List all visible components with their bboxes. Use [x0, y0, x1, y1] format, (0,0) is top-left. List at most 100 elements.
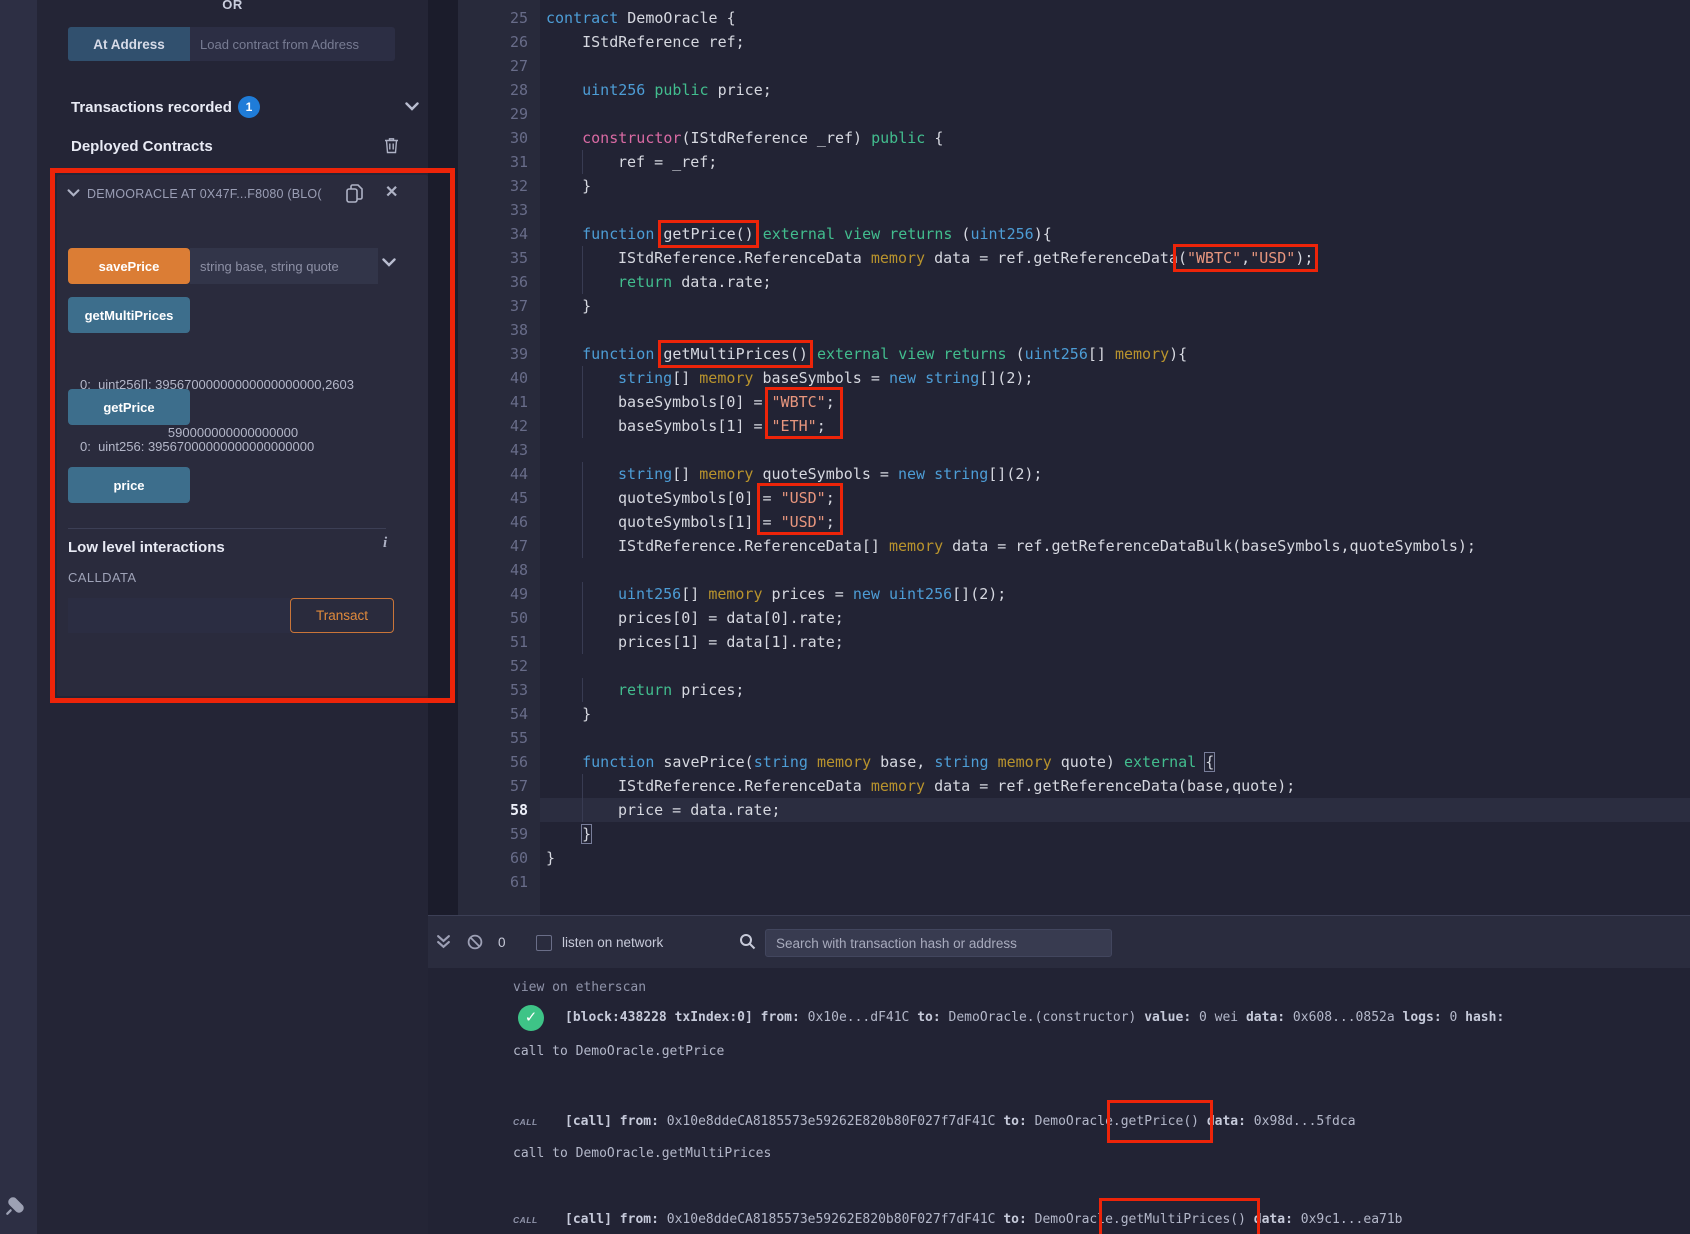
code-line[interactable]: prices[0] = data[0].rate; — [540, 606, 1690, 630]
code-token — [1196, 753, 1205, 771]
code-token: [] — [1088, 345, 1115, 363]
at-address-input[interactable] — [190, 27, 395, 61]
saveprice-args-input[interactable] — [190, 248, 378, 284]
code-line[interactable] — [540, 318, 1690, 342]
code-line[interactable]: return prices; — [540, 678, 1690, 702]
code-line[interactable]: string[] memory quoteSymbols = new strin… — [540, 462, 1690, 486]
code-line[interactable]: baseSymbols[1] = "ETH"; — [540, 414, 1690, 438]
listen-on-network-checkbox[interactable] — [536, 935, 552, 951]
clear-console-icon[interactable] — [467, 934, 483, 950]
chevron-down-icon[interactable] — [67, 189, 80, 197]
code-token: getMultiPrices() — [663, 345, 808, 363]
code-editor[interactable]: contract DemoOracle { IStdReference ref;… — [540, 6, 1690, 894]
code-line[interactable] — [540, 198, 1690, 222]
code-line[interactable]: function getMultiPrices() external view … — [540, 342, 1690, 366]
code-token: } — [546, 705, 591, 723]
code-token — [808, 753, 817, 771]
terminal-search-input[interactable] — [765, 929, 1112, 957]
getprice-function-button[interactable]: getPrice — [68, 389, 190, 425]
plugin-manager-icon[interactable] — [3, 1192, 29, 1218]
getmultiprices-function-button[interactable]: getMultiPrices — [68, 297, 190, 333]
terminal-call-line[interactable]: CALL[call] from: 0x10e8ddeCA8185573e5926… — [565, 1212, 1403, 1227]
line-number: 32 — [458, 174, 540, 198]
close-icon[interactable]: ✕ — [385, 182, 398, 202]
terminal-tx-line[interactable]: ✓[block:438228 txIndex:0] from: 0x10e...… — [565, 1010, 1504, 1025]
code-token: "ETH" — [772, 417, 817, 435]
code-token: string — [618, 369, 672, 387]
code-line[interactable]: function savePrice(string memory base, s… — [540, 750, 1690, 774]
getprice-output: 0: uint256: 39567000000000000000000 — [80, 439, 410, 454]
code-line[interactable]: } — [540, 822, 1690, 846]
log-segment: data: — [1199, 1114, 1246, 1129]
chevron-down-icon[interactable] — [405, 102, 419, 111]
price-variable-button[interactable]: price — [68, 467, 190, 503]
code-token: return — [618, 681, 672, 699]
code-line[interactable]: } — [540, 846, 1690, 870]
trash-icon[interactable] — [384, 137, 399, 154]
code-line[interactable]: } — [540, 294, 1690, 318]
code-token: data = ref.getReferenceData(base,quote); — [925, 777, 1295, 795]
code-line[interactable]: prices[1] = data[1].rate; — [540, 630, 1690, 654]
code-line[interactable]: } — [540, 702, 1690, 726]
log-segment: to: — [1003, 1114, 1026, 1129]
log-segment: to: — [1003, 1212, 1026, 1227]
info-icon[interactable]: i — [383, 535, 387, 552]
code-line[interactable] — [540, 102, 1690, 126]
code-line[interactable]: IStdReference.ReferenceData[] memory dat… — [540, 534, 1690, 558]
code-line[interactable] — [540, 54, 1690, 78]
line-number: 47 — [458, 534, 540, 558]
code-token: string — [925, 369, 979, 387]
saveprice-function-button[interactable]: savePrice — [68, 248, 190, 284]
copy-icon[interactable] — [345, 183, 364, 204]
log-segment: 0x98d...5fdca — [1246, 1114, 1356, 1129]
code-line[interactable]: function getPrice() external view return… — [540, 222, 1690, 246]
code-line[interactable]: constructor(IStdReference _ref) public { — [540, 126, 1690, 150]
code-token: string — [754, 753, 808, 771]
low-level-interactions-label: Low level interactions — [68, 539, 225, 556]
contract-instance-title[interactable]: DEMOORACLE AT 0X47F...F8080 (BLO( — [87, 187, 342, 201]
line-number: 54 — [458, 702, 540, 726]
code-line[interactable]: IStdReference ref; — [540, 30, 1690, 54]
code-line[interactable]: string[] memory baseSymbols = new string… — [540, 366, 1690, 390]
code-line[interactable]: contract DemoOracle { — [540, 6, 1690, 30]
terminal-call-line[interactable]: CALL[call] from: 0x10e8ddeCA8185573e5926… — [565, 1114, 1356, 1129]
icon-panel — [0, 0, 37, 1234]
code-line[interactable]: quoteSymbols[0] = "USD"; — [540, 486, 1690, 510]
code-line[interactable]: baseSymbols[0] = "WBTC"; — [540, 390, 1690, 414]
code-line[interactable]: } — [540, 174, 1690, 198]
code-token: ; — [826, 393, 835, 411]
code-line[interactable] — [540, 654, 1690, 678]
code-line[interactable]: ref = _ref; — [540, 150, 1690, 174]
transact-button[interactable]: Transact — [290, 598, 394, 633]
code-token: baseSymbols = — [753, 369, 888, 387]
annotation-box-code: getPrice() — [663, 225, 753, 243]
code-token: contract — [546, 9, 618, 27]
calldata-input[interactable] — [68, 598, 290, 633]
code-line[interactable] — [540, 558, 1690, 582]
code-token: memory — [817, 753, 871, 771]
code-line[interactable]: return data.rate; — [540, 270, 1690, 294]
code-line[interactable]: uint256[] memory prices = new uint256[](… — [540, 582, 1690, 606]
indent-guide — [582, 582, 618, 606]
line-number: 30 — [458, 126, 540, 150]
code-line[interactable]: uint256 public price; — [540, 78, 1690, 102]
line-number: 27 — [458, 54, 540, 78]
code-line[interactable]: price = data.rate; — [540, 798, 1690, 822]
log-segment: from: — [612, 1212, 659, 1227]
double-chevron-down-icon[interactable] — [436, 934, 451, 949]
indent-guide — [582, 798, 618, 822]
code-line[interactable]: IStdReference.ReferenceData memory data … — [540, 246, 1690, 270]
code-line[interactable] — [540, 726, 1690, 750]
code-token: memory — [699, 465, 753, 483]
code-line[interactable]: quoteSymbols[1] = "USD"; — [540, 510, 1690, 534]
code-line[interactable]: IStdReference.ReferenceData memory data … — [540, 774, 1690, 798]
code-line[interactable] — [540, 870, 1690, 894]
at-address-button[interactable]: At Address — [68, 27, 190, 61]
code-token: view — [898, 345, 934, 363]
chevron-down-icon[interactable] — [382, 258, 396, 267]
code-token: prices[1] = data[1].rate; — [618, 633, 844, 651]
log-segment: [block:438228 txIndex:0] — [565, 1010, 761, 1025]
code-line[interactable] — [540, 438, 1690, 462]
line-number: 41 — [458, 390, 540, 414]
log-segment: hash: — [1465, 1010, 1504, 1025]
